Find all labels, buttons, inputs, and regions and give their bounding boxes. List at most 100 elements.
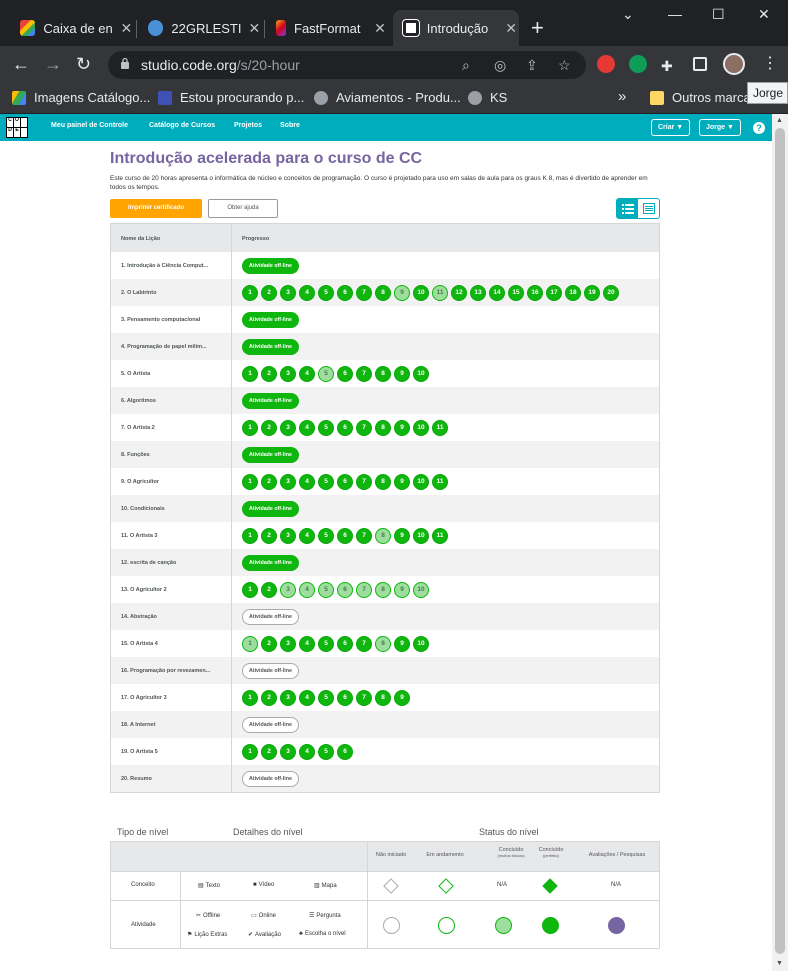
offline-activity-pill[interactable]: Atividade off-line [242,392,299,409]
offline-activity-pill[interactable]: Atividade off-line [242,338,299,355]
lesson-name[interactable]: 20. Resumo [111,765,232,792]
close-icon[interactable]: ✕ [247,20,262,37]
get-help-button[interactable]: Obter ajuda [208,199,278,218]
lesson-name[interactable]: 8. Funções [111,441,232,468]
level-bubble[interactable]: 8 [375,689,391,706]
level-bubble[interactable]: 9 [394,635,410,652]
level-bubble[interactable]: 2 [261,284,277,301]
level-bubble[interactable]: 10 [413,581,429,598]
level-bubble[interactable]: 3 [280,635,296,652]
tab-search-icon[interactable]: ⌄ [622,6,634,23]
zoom-icon[interactable]: ⌕ [462,57,470,74]
level-bubble[interactable]: 9 [394,581,410,598]
level-bubble[interactable]: 7 [356,635,372,652]
level-bubble[interactable]: 6 [337,284,353,301]
lesson-name[interactable]: 16. Programação por revezamen... [111,657,232,684]
lesson-name[interactable]: 4. Programação de papel milím... [111,333,232,360]
star-icon[interactable]: ☆ [558,57,571,74]
address-bar[interactable]: studio.code.org/s/20-hour ⌕ ◎ ⇪ ☆ [108,51,586,79]
level-bubble[interactable]: 9 [394,365,410,382]
level-bubble[interactable]: 11 [432,473,448,490]
level-bubble[interactable]: 10 [413,473,429,490]
lesson-name[interactable]: 9. O Agricultor [111,468,232,495]
level-bubble[interactable]: 18 [565,284,581,301]
level-bubble[interactable]: 8 [375,635,391,652]
level-bubble[interactable]: 3 [280,419,296,436]
level-bubble[interactable]: 5 [318,527,334,544]
level-bubble[interactable]: 11 [432,284,448,301]
level-bubble[interactable]: 6 [337,419,353,436]
lesson-name[interactable]: 17. O Agricultor 3 [111,684,232,711]
offline-activity-pill[interactable]: Atividade off-line [242,770,299,787]
lesson-name[interactable]: 14. Abstração [111,603,232,630]
extension-red-icon[interactable] [597,55,615,73]
maximize-button[interactable]: ☐ [712,6,725,23]
level-bubble[interactable]: 8 [375,365,391,382]
lesson-name[interactable]: 7. O Artista 2 [111,414,232,441]
scrollbar-thumb[interactable] [775,128,785,954]
level-bubble[interactable]: 10 [413,284,429,301]
level-bubble[interactable]: 4 [299,419,315,436]
level-bubble[interactable]: 7 [356,473,372,490]
level-bubble[interactable]: 10 [413,527,429,544]
close-icon[interactable]: ✕ [372,20,388,37]
level-bubble[interactable]: 5 [318,689,334,706]
back-icon[interactable]: ← [12,54,30,74]
code-org-logo[interactable]: CO DE [6,117,28,138]
level-bubble[interactable]: 1 [242,284,258,301]
tab-fastformat[interactable]: FastFormat ✕ [268,10,390,46]
level-bubble[interactable]: 19 [584,284,600,301]
page-scrollbar[interactable]: ▲ ▼ [772,114,788,971]
lesson-name[interactable]: 10. Condicionais [111,495,232,522]
level-bubble[interactable]: 5 [318,635,334,652]
level-bubble[interactable]: 3 [280,743,296,760]
level-bubble[interactable]: 6 [337,527,353,544]
bookmark-estou[interactable]: Estou procurando p... [158,90,304,105]
lesson-name[interactable]: 18. A Internet [111,711,232,738]
level-bubble[interactable]: 2 [261,365,277,382]
level-bubble[interactable]: 20 [603,284,619,301]
detail-view-button[interactable] [638,199,659,218]
level-bubble[interactable]: 4 [299,689,315,706]
minimize-button[interactable]: — [668,6,682,22]
extensions-puzzle-icon[interactable]: ✚ [661,56,673,76]
level-bubble[interactable]: 3 [280,284,296,301]
side-panel-icon[interactable] [693,57,707,71]
lesson-name[interactable]: 5. O Artista [111,360,232,387]
extension-green-icon[interactable] [629,55,647,73]
close-icon[interactable]: ✕ [119,20,134,37]
level-bubble[interactable]: 4 [299,527,315,544]
bookmark-ks[interactable]: KS [468,90,507,105]
level-bubble[interactable]: 3 [280,581,296,598]
level-bubble[interactable]: 5 [318,284,334,301]
close-window-button[interactable]: ✕ [758,6,770,23]
level-bubble[interactable]: 5 [318,365,334,382]
level-bubble[interactable]: 9 [394,689,410,706]
level-bubble[interactable]: 13 [470,284,486,301]
new-tab-button[interactable]: + [531,17,544,39]
level-bubble[interactable]: 7 [356,365,372,382]
level-bubble[interactable]: 5 [318,581,334,598]
level-bubble[interactable]: 1 [242,581,258,598]
tab-gmail[interactable]: Caixa de entrada ✕ [12,10,134,46]
lesson-name[interactable]: 11. O Artista 3 [111,522,232,549]
level-bubble[interactable]: 1 [242,365,258,382]
list-view-button[interactable] [617,199,638,218]
level-bubble[interactable]: 3 [280,689,296,706]
offline-activity-pill[interactable]: Atividade off-line [242,608,299,625]
offline-activity-pill[interactable]: Atividade off-line [242,500,299,517]
offline-activity-pill[interactable]: Atividade off-line [242,257,299,274]
level-bubble[interactable]: 11 [432,419,448,436]
level-bubble[interactable]: 5 [318,743,334,760]
level-bubble[interactable]: 1 [242,473,258,490]
user-dropdown[interactable]: Jorge ▼ [699,119,741,136]
lesson-name[interactable]: 3. Pensamento computacional [111,306,232,333]
create-dropdown[interactable]: Criar ▼ [651,119,691,136]
lesson-name[interactable]: 12. escrita de canção [111,549,232,576]
level-bubble[interactable]: 6 [337,635,353,652]
lesson-name[interactable]: 19. O Artista 5 [111,738,232,765]
level-bubble[interactable]: 4 [299,581,315,598]
level-bubble[interactable]: 17 [546,284,562,301]
lesson-name[interactable]: 13. O Agricultor 2 [111,576,232,603]
level-bubble[interactable]: 1 [242,689,258,706]
